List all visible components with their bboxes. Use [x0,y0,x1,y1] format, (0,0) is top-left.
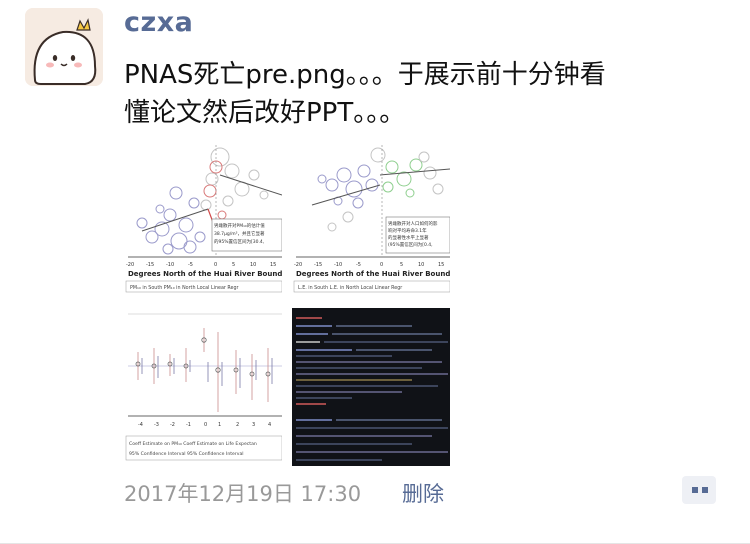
svg-text:0: 0 [214,262,217,268]
image-thumbnail-2[interactable]: 男雌散开对人口如何的影 响对平均寿命3.1年 的显著性水平上显著 (95%置信区… [292,145,450,303]
delete-link[interactable]: 删除 [402,478,444,508]
moment-post: czxa PNAS死亡pre.png。。。于展示前十分钟看 懂论文然后改好PPT… [0,0,750,544]
svg-text:-20: -20 [126,262,134,268]
coefficient-plot-thumbnail: -4 -3 -2 -1 0 1 2 3 4 Coeff Estimate on PM₁₀ C… [124,308,282,466]
svg-text:-10: -10 [166,262,174,268]
comment-dots-icon[interactable] [682,476,716,504]
svg-text:的95%置信区间为[30.4,: 的95%置信区间为[30.4, [214,238,264,245]
svg-text:Degrees North of the Huai Rive: Degrees North of the Huai River Bounda [128,270,282,278]
svg-text:响对平均寿命3.1年: 响对平均寿命3.1年 [388,227,427,234]
svg-text:的显著性水平上显著: 的显著性水平上显著 [388,234,429,241]
svg-text:-3: -3 [154,422,159,428]
post-timestamp: 2017年12月19日 17:30 [124,482,362,506]
author-name[interactable]: czxa [124,7,193,38]
svg-text:2: 2 [236,422,239,428]
svg-text:10: 10 [250,262,256,268]
image-thumbnail-1[interactable]: 男雌散开对PM₁₀的估计值 38.7μg/m³，并且它显著 的95%置信区间为[… [124,145,282,303]
svg-text:95% Confidence Interval 95%: 95% Confidence Interval 95% Confidence I… [129,451,244,457]
svg-text:-15: -15 [314,262,322,268]
avatar[interactable] [25,8,103,86]
svg-text:-4: -4 [138,422,143,428]
svg-text:男雌散开对PM₁₀的估计值: 男雌散开对PM₁₀的估计值 [214,222,265,229]
svg-text:-15: -15 [146,262,154,268]
svg-text:38.7μg/m³，并且它显著: 38.7μg/m³，并且它显著 [214,230,265,237]
image-thumbnail-3[interactable]: -4 -3 -2 -1 0 1 2 3 4 Coeff Estimate on PM₁₀ C… [124,308,282,466]
white-bunny-avatar-icon [25,8,103,86]
svg-text:L.E. in South L.E. in North: L.E. in South L.E. in North Local Linear… [298,285,402,291]
svg-text:5: 5 [232,262,235,268]
scatter-plot-thumbnail: 男雌散开对PM₁₀的估计值 38.7μg/m³，并且它显著 的95%置信区间为[… [124,145,282,303]
image-thumbnail-4[interactable] [292,308,450,466]
svg-text:-5: -5 [356,262,361,268]
svg-text:0: 0 [380,262,383,268]
svg-text:15: 15 [270,262,276,268]
svg-text:5: 5 [400,262,403,268]
svg-text:10: 10 [418,262,424,268]
svg-text:3: 3 [252,422,255,428]
svg-text:Degrees North of the Huai Rive: Degrees North of the Huai River Bounda [296,270,450,278]
svg-text:PM₁₀ in South PM₁₀ in North: PM₁₀ in South PM₁₀ in North Local Linear… [130,285,239,291]
post-text: PNAS死亡pre.png。。。于展示前十分钟看 懂论文然后改好PPT。。。 [124,60,606,128]
code-screenshot-thumbnail [292,308,450,466]
svg-text:-2: -2 [170,422,175,428]
svg-text:-20: -20 [294,262,302,268]
scatter-plot-thumbnail: 男雌散开对人口如何的影 响对平均寿命3.1年 的显著性水平上显著 (95%置信区… [292,145,450,303]
svg-text:4: 4 [268,422,271,428]
svg-text:Coeff Estimate on PM₁₀ Coef: Coeff Estimate on PM₁₀ Coeff Estimate on… [129,441,257,447]
svg-text:1: 1 [218,422,221,428]
svg-text:(95%置信区间为[0.4,: (95%置信区间为[0.4, [388,241,433,248]
svg-text:-10: -10 [334,262,342,268]
svg-text:0: 0 [204,422,207,428]
svg-text:-1: -1 [186,422,191,428]
svg-text:-5: -5 [188,262,193,268]
svg-text:男雌散开对人口如何的影: 男雌散开对人口如何的影 [388,220,438,227]
svg-text:15: 15 [438,262,444,268]
